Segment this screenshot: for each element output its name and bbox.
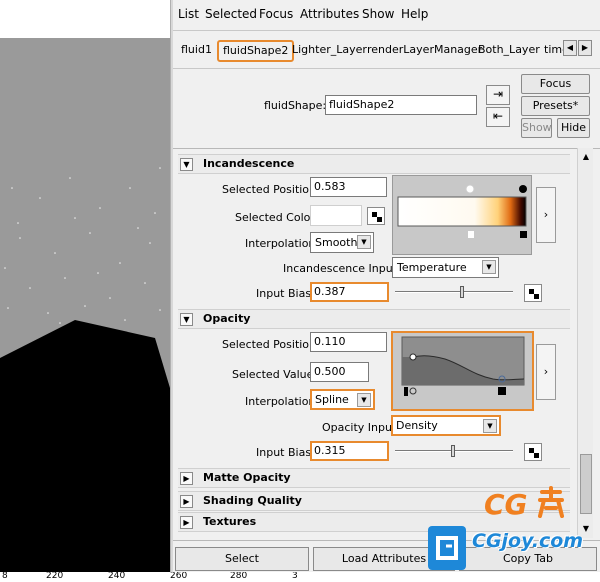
menu-attributes[interactable]: Attributes <box>300 7 359 21</box>
incandescence-interpolation-dropdown[interactable]: Smooth ▼ <box>310 232 374 253</box>
chevron-down-icon: ▼ <box>482 260 496 274</box>
expand-triangle-icon[interactable]: ▶ <box>180 495 193 508</box>
incandescence-selected-position-label: Selected Position <box>222 183 317 196</box>
time-ruler: 8 220 240 260 280 3 <box>0 572 600 582</box>
incandescence-ramp[interactable] <box>392 175 532 255</box>
collapse-triangle-icon[interactable]: ▼ <box>180 313 193 326</box>
incandescence-selected-color-label: Selected Color <box>235 211 315 224</box>
show-button[interactable]: Show <box>521 118 552 138</box>
load-selected-icon[interactable]: ⇥ <box>486 85 510 105</box>
ruler-tick-label: 220 <box>46 572 64 581</box>
tab-both-layer[interactable]: Both_Layer <box>474 40 544 62</box>
incandescence-selected-position-field[interactable]: 0.583 <box>310 177 387 197</box>
attribute-scroll-area[interactable]: ▼ Incandescence Selected Position 0.583 … <box>173 148 600 538</box>
menu-selected[interactable]: Selected <box>205 7 257 21</box>
tab-scroll-left-icon[interactable]: ◀ <box>563 40 577 56</box>
opacity-selected-value-field[interactable]: 0.500 <box>310 362 369 382</box>
slider-track <box>395 291 513 293</box>
tab-fluidshape2[interactable]: fluidShape2 <box>217 40 295 62</box>
opacity-expand-ramp-button[interactable]: › <box>536 344 556 400</box>
menu-help[interactable]: Help <box>401 7 428 21</box>
incandescence-input-bias-slider[interactable] <box>395 286 513 298</box>
watermark-site: CGjoy.com <box>472 530 584 552</box>
ruler-tick-label: 3 <box>292 572 298 581</box>
map-button-icon[interactable] <box>524 284 542 302</box>
opacity-selected-value-label: Selected Value <box>232 368 314 381</box>
incandescence-interpolation-label: Interpolation <box>245 237 316 250</box>
tab-fluid1[interactable]: fluid1 <box>177 40 216 62</box>
map-button-icon[interactable] <box>524 443 542 461</box>
tab-scroll-right-icon[interactable]: ▶ <box>578 40 592 56</box>
incandescence-input-label: Incandescence Input <box>283 262 398 275</box>
section-title: Opacity <box>203 312 251 325</box>
node-tabs: fluid1 fluidShape2 Lighter_Layer renderL… <box>173 30 600 68</box>
opacity-selected-position-field[interactable]: 0.110 <box>310 332 387 352</box>
ruler-tick-label: 280 <box>230 572 248 581</box>
watermark-joy-glyph <box>538 486 564 518</box>
fluid-render-preview <box>0 167 170 572</box>
ruler-tick-label: 260 <box>170 572 188 581</box>
opacity-selected-position-label: Selected Position <box>222 338 317 351</box>
incandescence-input-dropdown[interactable]: Temperature ▼ <box>392 257 499 278</box>
hide-button[interactable]: Hide <box>557 118 590 138</box>
attribute-editor-menubar: List Selected Focus Attributes Show Help <box>173 4 600 24</box>
opacity-ramp[interactable] <box>391 331 534 411</box>
scroll-up-icon[interactable]: ▲ <box>579 150 593 164</box>
section-incandescence[interactable]: ▼ Incandescence <box>178 154 570 174</box>
scrollbar-thumb[interactable] <box>580 454 592 514</box>
slider-thumb[interactable] <box>451 445 455 457</box>
divider <box>173 68 600 69</box>
menu-focus[interactable]: Focus <box>259 7 293 21</box>
section-title: Incandescence <box>203 157 295 170</box>
opacity-input-bias-label: Input Bias <box>256 446 312 459</box>
ruler-tick-label: 240 <box>108 572 126 581</box>
expand-triangle-icon[interactable]: ▶ <box>180 472 193 485</box>
opacity-input-label: Opacity Input <box>322 421 397 434</box>
viewport-panel[interactable] <box>0 0 170 582</box>
menu-list[interactable]: List <box>178 7 199 21</box>
chevron-down-icon: ▼ <box>357 393 371 407</box>
presets-button[interactable]: Presets* <box>521 96 590 116</box>
slider-thumb[interactable] <box>460 286 464 298</box>
opacity-interpolation-dropdown[interactable]: Spline ▼ <box>310 389 375 410</box>
incandescence-expand-ramp-button[interactable]: › <box>536 187 556 243</box>
ruler-tick-label: 8 <box>2 572 8 581</box>
collapse-triangle-icon[interactable]: ▼ <box>180 158 193 171</box>
opacity-input-bias-field[interactable]: 0.315 <box>310 441 389 461</box>
incandescence-ramp-graphic <box>397 184 527 238</box>
section-title: Shading Quality <box>203 494 302 507</box>
incandescence-input-bias-label: Input Bias <box>256 287 312 300</box>
opacity-interpolation-label: Interpolation <box>245 395 316 408</box>
chevron-down-icon: ▼ <box>357 235 371 249</box>
menu-show[interactable]: Show <box>362 7 394 21</box>
opacity-ramp-graphic <box>401 336 525 396</box>
dropdown-value: Temperature <box>397 261 467 274</box>
node-name-label: fluidShape: <box>264 99 327 112</box>
opacity-input-dropdown[interactable]: Density ▼ <box>391 415 501 436</box>
dropdown-value: Smooth <box>315 236 358 249</box>
section-matte-opacity[interactable]: ▶ Matte Opacity <box>178 468 570 488</box>
dropdown-value: Density <box>396 419 438 432</box>
section-title: Matte Opacity <box>203 471 291 484</box>
section-title: Textures <box>203 515 257 528</box>
incandescence-input-bias-field[interactable]: 0.387 <box>310 282 389 302</box>
watermark-logo-icon <box>428 526 466 570</box>
tab-renderlayermanager[interactable]: renderLayerManager <box>363 40 486 62</box>
node-name-field[interactable]: fluidShape2 <box>325 95 477 115</box>
section-opacity[interactable]: ▼ Opacity <box>178 309 570 329</box>
watermark-brand: CG <box>484 488 528 521</box>
expand-triangle-icon[interactable]: ▶ <box>180 516 193 529</box>
color-map-button-icon[interactable] <box>367 207 385 225</box>
tab-lighter-layer[interactable]: Lighter_Layer <box>288 40 371 62</box>
incandescence-selected-color-swatch[interactable] <box>310 205 362 226</box>
select-button[interactable]: Select <box>175 547 309 571</box>
chevron-down-icon: ▼ <box>483 419 497 433</box>
focus-button[interactable]: Focus <box>521 74 590 94</box>
dropdown-value: Spline <box>315 393 349 406</box>
attribute-scrollbar[interactable]: ▲ ▼ <box>577 148 593 538</box>
opacity-input-bias-slider[interactable] <box>395 445 513 457</box>
go-to-output-icon[interactable]: ⇤ <box>486 107 510 127</box>
